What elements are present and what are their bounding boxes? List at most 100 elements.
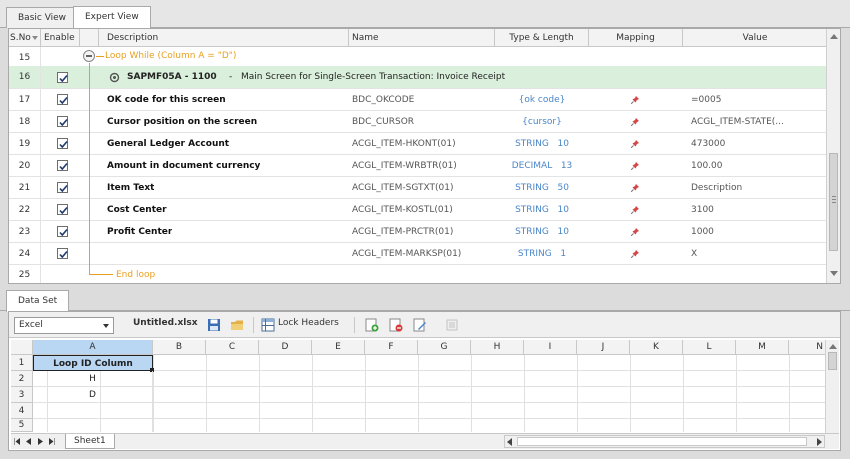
pin-icon[interactable]	[630, 140, 639, 149]
edit-sheet-icon[interactable]	[413, 318, 427, 332]
pin-icon[interactable]	[630, 184, 639, 193]
row-value[interactable]: Description	[691, 177, 742, 199]
grid-row[interactable]: 20 Amount in document currency ACGL_ITEM…	[9, 155, 827, 177]
lock-headers-button[interactable]: Lock Headers	[278, 318, 339, 328]
pin-icon[interactable]	[630, 228, 639, 237]
sheet-settings-icon[interactable]	[445, 318, 459, 332]
scroll-left-icon[interactable]	[507, 438, 512, 446]
scroll-up-icon[interactable]	[830, 34, 838, 39]
row-value[interactable]: 3100	[691, 199, 714, 221]
grid-row[interactable]: 22 Cost Center ACGL_ITEM-KOSTL(01) STRIN…	[9, 199, 827, 221]
row-sno: 21	[9, 177, 41, 199]
grid-row[interactable]: 23 Profit Center ACGL_ITEM-PRCTR(01) STR…	[9, 221, 827, 243]
header-value[interactable]: Value	[683, 29, 827, 47]
cell-a3[interactable]: D	[33, 387, 153, 403]
row-value[interactable]: ACGL_ITEM-STATE(...	[691, 111, 784, 133]
enable-checkbox[interactable]	[57, 204, 68, 215]
horizontal-scrollbar[interactable]	[504, 435, 825, 448]
first-sheet-icon[interactable]	[13, 438, 20, 445]
column-header[interactable]: J	[577, 340, 630, 355]
scroll-up-icon[interactable]	[829, 344, 837, 349]
row-value[interactable]: 100.00	[691, 155, 723, 177]
row-header[interactable]: 2	[11, 371, 33, 387]
tab-basic-view[interactable]: Basic View	[6, 7, 79, 28]
pin-icon[interactable]	[630, 162, 639, 171]
column-header[interactable]: D	[259, 340, 312, 355]
enable-checkbox[interactable]	[57, 182, 68, 193]
column-header[interactable]: E	[312, 340, 365, 355]
grid-row[interactable]: 19 General Ledger Account ACGL_ITEM-HKON…	[9, 133, 827, 155]
scroll-right-icon[interactable]	[817, 438, 822, 446]
sheet-vertical-scrollbar[interactable]	[825, 340, 839, 433]
scroll-down-icon[interactable]	[830, 271, 838, 276]
source-select[interactable]: Excel	[14, 317, 114, 334]
column-header[interactable]: K	[630, 340, 683, 355]
grid-vertical-scrollbar[interactable]	[826, 29, 840, 283]
grid-row[interactable]: 21 Item Text ACGL_ITEM-SGTXT(01) STRING …	[9, 177, 827, 199]
scroll-thumb[interactable]	[829, 153, 838, 251]
row-value[interactable]: =0005	[691, 89, 721, 111]
column-header[interactable]: A	[33, 340, 153, 355]
row-value[interactable]: 1000	[691, 221, 714, 243]
row-value[interactable]: 473000	[691, 133, 725, 155]
grid-row[interactable]: 17 OK code for this screen BDC_OKCODE {o…	[9, 89, 827, 111]
header-type-length[interactable]: Type & Length	[495, 29, 589, 47]
column-header[interactable]: F	[365, 340, 418, 355]
row-type-length: STRING 50	[515, 183, 569, 193]
grid-row-loop-end[interactable]: 25 End loop	[9, 265, 827, 283]
cell-a1[interactable]: Loop ID Column	[33, 355, 153, 371]
column-header[interactable]: M	[736, 340, 789, 355]
column-header[interactable]: N	[789, 340, 825, 355]
scroll-thumb[interactable]	[517, 437, 807, 446]
enable-checkbox[interactable]	[57, 226, 68, 237]
enable-checkbox[interactable]	[57, 72, 68, 83]
sheet-tab-bar: Sheet1	[11, 433, 839, 449]
header-enable[interactable]: Enable	[41, 29, 80, 47]
column-header[interactable]: G	[418, 340, 471, 355]
grid-row[interactable]: 18 Cursor position on the screen BDC_CUR…	[9, 111, 827, 133]
header-description[interactable]: Description	[99, 29, 349, 47]
enable-checkbox[interactable]	[57, 138, 68, 149]
last-sheet-icon[interactable]	[49, 438, 56, 445]
prev-sheet-icon[interactable]	[26, 438, 31, 445]
column-header[interactable]: B	[153, 340, 206, 355]
row-header[interactable]: 5	[11, 419, 33, 432]
enable-checkbox[interactable]	[57, 160, 68, 171]
lock-headers-icon[interactable]	[261, 318, 275, 332]
column-header[interactable]: C	[206, 340, 259, 355]
grid-row-screen[interactable]: 16 SAPMF05A - 1100 - Main Screen for Sin…	[9, 66, 827, 89]
cell-a2[interactable]: H	[33, 371, 153, 387]
grid-row[interactable]: 24 ACGL_ITEM-MARKSP(01) STRING 1 X	[9, 243, 827, 265]
header-mapping[interactable]: Mapping	[589, 29, 683, 47]
row-description: General Ledger Account	[107, 139, 230, 149]
collapse-loop-icon[interactable]	[83, 50, 95, 62]
row-header[interactable]: 3	[11, 387, 33, 403]
header-tree[interactable]	[80, 29, 99, 47]
save-icon[interactable]	[207, 318, 221, 332]
row-value[interactable]: X	[691, 243, 697, 265]
header-sno[interactable]: S.No	[9, 29, 41, 47]
row-name: ACGL_ITEM-WRBTR(01)	[352, 161, 457, 171]
add-row-icon[interactable]	[365, 318, 379, 332]
enable-checkbox[interactable]	[57, 248, 68, 259]
next-sheet-icon[interactable]	[38, 438, 43, 445]
open-folder-icon[interactable]	[230, 318, 244, 332]
row-header[interactable]: 1	[11, 355, 33, 371]
header-name[interactable]: Name	[349, 29, 495, 47]
column-header[interactable]: H	[471, 340, 524, 355]
column-header[interactable]: I	[524, 340, 577, 355]
select-all-corner[interactable]	[11, 340, 33, 355]
scroll-thumb[interactable]	[828, 352, 837, 370]
pin-icon[interactable]	[630, 96, 639, 105]
enable-checkbox[interactable]	[57, 94, 68, 105]
enable-checkbox[interactable]	[57, 116, 68, 127]
sheet-tab[interactable]: Sheet1	[65, 434, 115, 449]
pin-icon[interactable]	[630, 118, 639, 127]
tab-data-set[interactable]: Data Set	[6, 290, 70, 312]
tab-expert-view[interactable]: Expert View	[73, 6, 151, 28]
delete-row-icon[interactable]	[389, 318, 403, 332]
pin-icon[interactable]	[630, 250, 639, 259]
row-header[interactable]: 4	[11, 403, 33, 419]
pin-icon[interactable]	[630, 206, 639, 215]
column-header[interactable]: L	[683, 340, 736, 355]
